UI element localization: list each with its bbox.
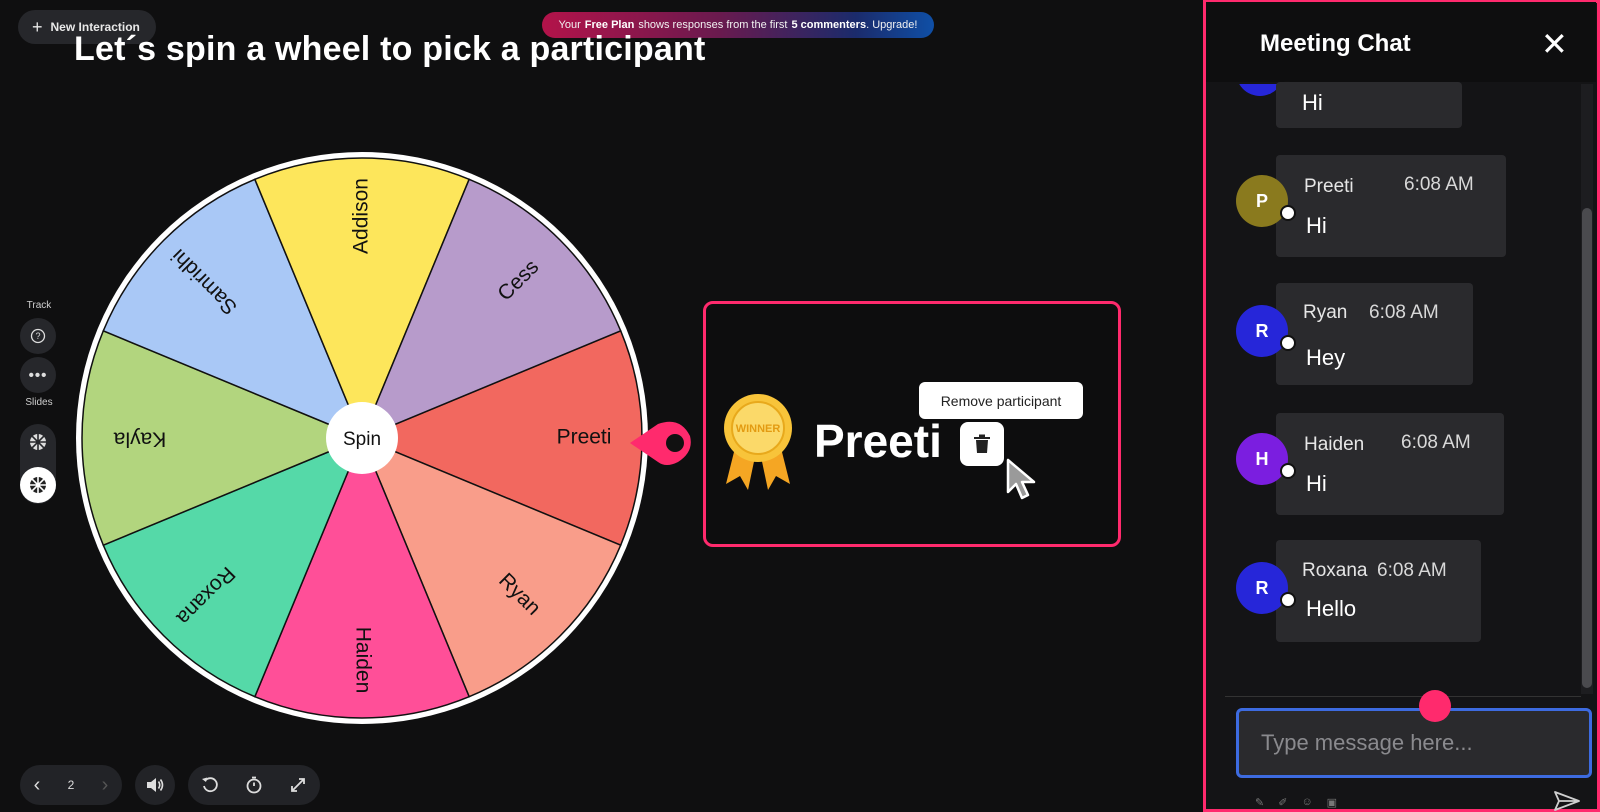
emoji-icon[interactable]: ☺ (1301, 796, 1312, 809)
banner-count: 5 commenters (791, 19, 867, 31)
avatar: P (1236, 175, 1296, 227)
message-input[interactable] (1239, 711, 1589, 775)
remove-participant-button[interactable] (960, 422, 1004, 466)
message-time: 6:08 AM (1369, 302, 1439, 323)
avatar: R (1236, 562, 1296, 614)
message-time: 6:08 AM (1377, 560, 1447, 581)
chevron-right-icon[interactable]: › (102, 774, 109, 797)
chat-title: Meeting Chat (1260, 30, 1411, 57)
help-button[interactable]: ? (20, 318, 56, 354)
spin-label[interactable]: Spin (343, 429, 381, 450)
slide-thumbnail-1[interactable] (20, 424, 56, 460)
reset-icon[interactable] (201, 776, 219, 794)
slide-thumbnail-2[interactable] (20, 467, 56, 503)
volume-button[interactable] (135, 765, 175, 805)
message-text: Hi (1306, 471, 1327, 496)
avatar-initial: H (1255, 448, 1269, 469)
mouse-cursor-icon (1006, 458, 1036, 500)
fullscreen-icon[interactable] (289, 776, 307, 794)
sender-name: Preeti (1304, 176, 1354, 197)
playback-controls (188, 765, 320, 805)
message-text: Hello (1306, 596, 1357, 621)
message-text: Hi (1306, 213, 1327, 238)
message-time: 6:08 AM (1404, 174, 1474, 195)
volume-icon (147, 778, 164, 792)
wheel-label-preeti: Preeti (557, 426, 612, 449)
chevron-left-icon[interactable]: ‹ (34, 774, 41, 797)
page-number: 2 (67, 778, 75, 792)
avatar-initial: P (1255, 190, 1268, 211)
recording-indicator (1419, 690, 1451, 722)
close-icon[interactable]: ✕ (1541, 28, 1568, 60)
send-icon[interactable] (1553, 790, 1581, 812)
slide-title: Let´s spin a wheel to pick a participant (74, 30, 706, 68)
sender-name: Ryan (1303, 302, 1348, 323)
avatar-initial: R (1255, 577, 1269, 598)
message-text: Hi (1302, 90, 1323, 115)
question-icon: ? (30, 328, 46, 344)
format-icon[interactable]: ✎ (1255, 796, 1264, 809)
winner-name: Preeti (814, 415, 942, 467)
wheel-pointer (630, 421, 691, 465)
online-indicator (1280, 463, 1296, 479)
more-icon: ••• (28, 366, 48, 384)
spin-wheel[interactable]: PreetiRyanHaidenRoxanaKaylaSamridhiAddis… (74, 150, 650, 726)
trash-icon (974, 434, 990, 453)
message-bubble (1276, 155, 1506, 257)
input-formatting-bar: ✎ ✐ ☺ ▣ (1255, 796, 1337, 809)
wheel-slide-icon (30, 434, 46, 450)
svg-text:?: ? (35, 331, 40, 341)
plus-icon: + (32, 17, 43, 37)
online-indicator (1280, 592, 1296, 608)
sender-name: Haiden (1304, 434, 1365, 455)
slide-pager: ‹ 2 › (20, 765, 122, 805)
message-text: Hey (1306, 345, 1346, 370)
avatar-initial: R (1255, 320, 1269, 341)
message-input-box[interactable] (1236, 708, 1592, 778)
pen-icon[interactable]: ✐ (1278, 796, 1287, 809)
remove-participant-tooltip: Remove participant (919, 382, 1083, 419)
avatar: R (1236, 305, 1296, 357)
winner-medal-icon: WINNER (724, 394, 792, 490)
divider (1225, 696, 1581, 697)
slides-label: Slides (25, 397, 53, 408)
sender-name: Roxana (1302, 560, 1368, 581)
timer-icon[interactable] (245, 776, 263, 794)
gif-icon[interactable]: ▣ (1327, 796, 1337, 809)
wheel-label-addison: Addison (350, 178, 373, 254)
wheel-label-kayla: Kayla (113, 427, 166, 450)
track-label: Track (26, 300, 52, 311)
more-options-button[interactable]: ••• (20, 357, 56, 393)
online-indicator (1280, 335, 1296, 351)
wheel-label-haiden: Haiden (351, 627, 374, 694)
message-bubble (1276, 413, 1504, 515)
banner-suffix: . Upgrade! (866, 19, 918, 31)
online-indicator (1280, 205, 1296, 221)
chat-scrollbar-thumb[interactable] (1582, 208, 1592, 688)
wheel-slide-icon (30, 477, 46, 493)
message-time: 6:08 AM (1401, 432, 1471, 453)
winner-badge-text: WINNER (736, 423, 781, 435)
avatar: H (1236, 433, 1296, 485)
message-bubble (1276, 540, 1481, 642)
